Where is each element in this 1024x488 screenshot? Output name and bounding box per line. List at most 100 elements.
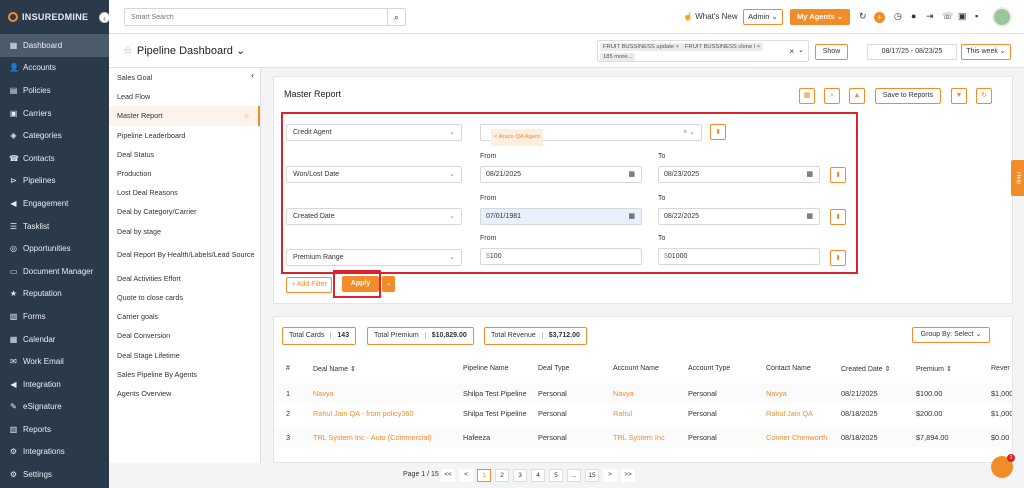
- sidebar-item-dashboard[interactable]: ▦ Dashboard: [0, 34, 109, 57]
- premium-from-input[interactable]: $100: [480, 248, 642, 265]
- sidebar-item-integrations[interactable]: ⚙ Integrations: [0, 441, 109, 464]
- table-row[interactable]: 1 Navya Shilpa Test Pipeline Personal Navya P…: [274, 383, 1012, 403]
- premium-to-input[interactable]: $01000: [658, 248, 820, 265]
- page-button[interactable]: 5: [549, 469, 563, 482]
- agent-chip[interactable]: × Arazo QA Agent: [491, 129, 543, 146]
- sidebar-item-accounts[interactable]: 👤 Accounts: [0, 57, 109, 80]
- collapse-report-list-icon[interactable]: ‹: [251, 70, 254, 80]
- bell-icon[interactable]: ●: [911, 11, 916, 21]
- star-icon[interactable]: ☆: [244, 111, 250, 120]
- table-cell[interactable]: Rahul Jain QA: [766, 409, 813, 418]
- report-item[interactable]: Deal Stage Lifetime: [109, 345, 260, 364]
- date-range-input[interactable]: 08/17/25 - 08/23/25: [867, 44, 957, 60]
- whats-new-link[interactable]: ☝ What's New: [683, 12, 738, 21]
- report-item[interactable]: Sales Pipeline By Agents: [109, 365, 260, 384]
- pipeline-filter-select[interactable]: FRUIT BUSSINESS update × FRUIT BUSSINESS…: [597, 40, 809, 62]
- help-tab[interactable]: Help: [1011, 160, 1024, 196]
- user-status-icon[interactable]: ▪: [975, 11, 978, 21]
- chip-icon[interactable]: ▣: [958, 11, 967, 22]
- sidebar-item-engagement[interactable]: ◀ Engagement: [0, 192, 109, 215]
- sidebar-item-forms[interactable]: ▧ Forms: [0, 305, 109, 328]
- apply-button[interactable]: Apply: [342, 276, 379, 292]
- calendar-icon[interactable]: ▦: [628, 209, 635, 224]
- logout-icon[interactable]: ⇥: [926, 11, 934, 22]
- page-button[interactable]: 4: [531, 469, 545, 482]
- created-from-date[interactable]: 07/01/1981 ▦: [480, 208, 642, 225]
- refresh-icon[interactable]: ↻: [859, 11, 867, 22]
- star-icon[interactable]: ☆: [123, 45, 133, 57]
- page-button[interactable]: >>: [621, 469, 635, 482]
- apply-options-dropdown[interactable]: ⌄: [382, 276, 395, 292]
- table-cell[interactable]: Rahul Jain QA - from policy360: [313, 409, 414, 418]
- delete-filter-icon[interactable]: ▮: [830, 250, 846, 266]
- created-to-date[interactable]: 08/22/2025 ▦: [658, 208, 820, 225]
- page-button[interactable]: ...: [567, 469, 581, 482]
- column-header[interactable]: Deal Name ⇕: [313, 365, 356, 373]
- credit-agent-field-select[interactable]: Credit Agent ⌄: [286, 124, 462, 141]
- group-by-dropdown[interactable]: Group By: Select ⌄: [912, 327, 990, 343]
- avatar[interactable]: [992, 7, 1012, 27]
- report-item[interactable]: Pipeline Leaderboard: [109, 126, 260, 145]
- clear-icon[interactable]: ×: [789, 47, 794, 56]
- sidebar-item-contacts[interactable]: ☎ Contacts: [0, 147, 109, 170]
- save-to-reports-button[interactable]: Save to Reports: [875, 88, 941, 104]
- report-item[interactable]: Deal by stage: [109, 222, 260, 241]
- add-filter-button[interactable]: + Add Filter: [286, 277, 332, 293]
- sidebar-item-settings[interactable]: ⚙ Settings: [0, 463, 109, 486]
- show-button[interactable]: Show: [815, 44, 848, 60]
- calendar-icon[interactable]: ▦: [628, 167, 635, 182]
- delete-filter-icon[interactable]: ▮: [830, 167, 846, 183]
- page-button[interactable]: >: [603, 469, 617, 482]
- sidebar-item-calendar[interactable]: ▦ Calendar: [0, 328, 109, 351]
- brand-logo[interactable]: INSUREDMINE: [0, 0, 109, 34]
- created-date-field-select[interactable]: Created Date ⌄: [286, 208, 462, 225]
- table-cell[interactable]: TRL System Inc - Auto (Commercial): [313, 433, 432, 442]
- column-header[interactable]: Created Date ⇕: [841, 365, 890, 373]
- search-input[interactable]: [125, 9, 387, 25]
- filter-chip[interactable]: FRUIT BUSSINESS update ×: [600, 43, 683, 51]
- filter-icon[interactable]: ▼: [951, 88, 967, 104]
- report-item[interactable]: Deal by Category/Carrier: [109, 202, 260, 221]
- page-button[interactable]: 1: [477, 469, 491, 482]
- report-item[interactable]: Deal Report By Health/Labels/Lead Source: [109, 241, 260, 269]
- column-header[interactable]: Premium ⇕: [916, 365, 952, 373]
- sidebar-item-categories[interactable]: ◈ Categories: [0, 124, 109, 147]
- search-icon[interactable]: ⌕: [387, 9, 405, 25]
- report-item[interactable]: Sales Goal: [109, 68, 260, 87]
- sidebar-item-policies[interactable]: ▤ Policies: [0, 79, 109, 102]
- table-cell[interactable]: Navya: [766, 389, 787, 398]
- report-item[interactable]: Quote to close cards: [109, 288, 260, 307]
- phone-icon[interactable]: ☏: [942, 11, 953, 22]
- sidebar-item-reports[interactable]: ▥ Reports: [0, 418, 109, 441]
- calendar-icon[interactable]: ▦: [806, 209, 813, 224]
- page-button[interactable]: <: [459, 469, 473, 482]
- page-button[interactable]: 3: [513, 469, 527, 482]
- my-agents-dropdown[interactable]: My Agents ⌄: [790, 9, 850, 25]
- sidebar-item-integration[interactable]: ◀ Integration: [0, 373, 109, 396]
- credit-agent-value-select[interactable]: × Arazo QA Agent × ⌄: [480, 124, 702, 146]
- calendar-icon[interactable]: ▦: [806, 167, 813, 182]
- won-lost-from-date[interactable]: 08/21/2025 ▦: [480, 166, 642, 183]
- sidebar-item-esignature[interactable]: ✎ eSignature: [0, 396, 109, 419]
- add-icon[interactable]: +: [874, 12, 885, 23]
- period-dropdown[interactable]: This week ⌄: [961, 44, 1011, 60]
- report-item[interactable]: Lead Flow: [109, 87, 260, 106]
- chat-launcher[interactable]: 1: [991, 454, 1015, 478]
- clock-icon[interactable]: ◷: [894, 11, 902, 22]
- report-item[interactable]: Master Report ☆: [109, 106, 260, 126]
- report-item[interactable]: Lost Deal Reasons: [109, 183, 260, 202]
- sidebar-item-pipelines[interactable]: ⊳ Pipelines: [0, 170, 109, 193]
- export-icon[interactable]: ▲: [849, 88, 865, 104]
- page-button[interactable]: 2: [495, 469, 509, 482]
- table-row[interactable]: 2 Rahul Jain QA - from policy360 Shilpa Te…: [274, 403, 1012, 423]
- page-title[interactable]: ☆ Pipeline Dashboard ⌄: [123, 44, 245, 57]
- chevron-down-icon[interactable]: ⌄: [798, 46, 804, 54]
- report-item[interactable]: Agents Overview: [109, 384, 260, 403]
- sidebar-item-work-email[interactable]: ✉ Work Email: [0, 350, 109, 373]
- delete-filter-icon[interactable]: ▮: [830, 209, 846, 225]
- page-button[interactable]: 15: [585, 469, 599, 482]
- won-lost-to-date[interactable]: 08/23/2025 ▦: [658, 166, 820, 183]
- table-row[interactable]: 3 TRL System Inc - Auto (Commercial) Hafee…: [274, 427, 1012, 447]
- admin-dropdown[interactable]: Admin ⌄: [743, 9, 783, 25]
- page-button[interactable]: <<: [441, 469, 455, 482]
